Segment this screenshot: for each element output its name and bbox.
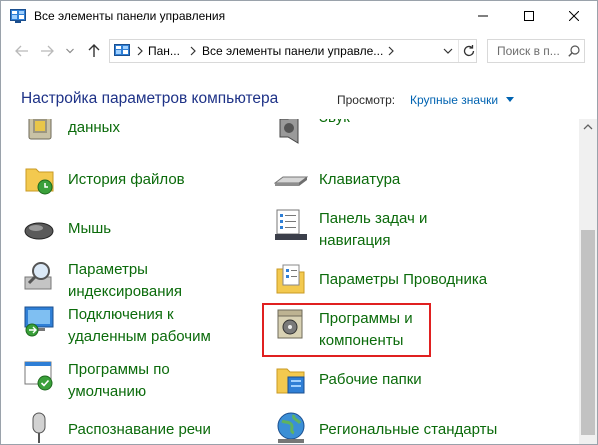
- refresh-icon: [463, 45, 475, 57]
- list-item-speech-recognition[interactable]: Распознавание речи: [23, 411, 253, 444]
- list-item-label: Звук: [319, 119, 350, 129]
- microphone-icon: [32, 412, 46, 443]
- control-panel-items: данных Звук История файлов Клави: [1, 119, 579, 444]
- taskbar-icon: [275, 209, 307, 240]
- list-item-explorer-options[interactable]: Параметры Проводника: [274, 263, 514, 303]
- control-panel-icon: [10, 9, 26, 23]
- control-panel-icon: [114, 44, 130, 56]
- address-separator: [458, 40, 459, 62]
- remote-desktop-icon: [24, 306, 54, 337]
- list-item-label: Распознавание речи: [68, 421, 211, 438]
- indexing-icon: [24, 262, 52, 290]
- refresh-button[interactable]: [460, 42, 478, 60]
- mouse-icon: [24, 222, 54, 240]
- list-item-label: Программы по: [68, 361, 170, 378]
- list-item-label: Параметры Проводника: [319, 271, 488, 288]
- list-item-label: Региональные стандарты: [319, 421, 498, 438]
- back-button[interactable]: [11, 40, 33, 62]
- breadcrumb-control-panel[interactable]: Пан...: [148, 44, 180, 58]
- vertical-scrollbar[interactable]: [579, 119, 597, 444]
- title-bar[interactable]: Все элементы панели управления: [1, 1, 597, 31]
- work-folders-icon: [276, 368, 305, 394]
- list-item-file-history[interactable]: История файлов: [23, 163, 243, 203]
- list-item-label: Клавиатура: [319, 171, 401, 188]
- list-item-label: История файлов: [68, 171, 185, 188]
- list-item-regional-settings[interactable]: Региональные стандарты: [274, 411, 524, 444]
- globe-icon: [277, 412, 305, 443]
- list-item-default-programs[interactable]: Программы по умолчанию: [23, 359, 243, 405]
- keyboard-icon: [274, 176, 308, 186]
- list-item-sound[interactable]: Звук: [274, 119, 514, 151]
- view-label: Просмотр:: [337, 93, 396, 107]
- file-history-icon: [25, 168, 54, 195]
- default-programs-icon: [24, 361, 53, 391]
- list-item-indexing[interactable]: Параметры индексирования: [23, 259, 243, 305]
- selection-highlight: [262, 303, 431, 357]
- list-item-label: удаленным рабочим: [68, 328, 211, 345]
- explorer-options-icon: [276, 264, 305, 294]
- breadcrumb-all-items[interactable]: Все элементы панели управле...: [202, 44, 383, 58]
- maximize-icon: [524, 11, 534, 21]
- list-item-label: навигация: [319, 232, 391, 249]
- list-item-remote-desktop[interactable]: Подключения к удаленным рабочим: [23, 304, 253, 350]
- maximize-button[interactable]: [506, 1, 552, 31]
- recent-locations-button[interactable]: [59, 40, 81, 62]
- breadcrumb-chevron-icon[interactable]: [188, 46, 198, 56]
- close-icon: [569, 11, 579, 21]
- minimize-button[interactable]: [460, 1, 506, 31]
- search-icon: [568, 45, 580, 57]
- list-item-label: Параметры: [68, 261, 148, 278]
- breadcrumb-chevron-icon[interactable]: [386, 46, 396, 56]
- list-item-label: индексирования: [68, 283, 182, 300]
- forward-button[interactable]: [36, 40, 58, 62]
- list-item-label: Панель задач и: [319, 210, 428, 227]
- arrow-left-icon: [15, 45, 28, 57]
- dropdown-caret-icon[interactable]: [506, 97, 514, 103]
- breadcrumb-chevron-icon[interactable]: [135, 46, 145, 56]
- scroll-up-arrow-icon[interactable]: [583, 123, 593, 131]
- close-button[interactable]: [551, 1, 597, 31]
- arrow-right-icon: [41, 45, 54, 57]
- arrow-up-icon: [88, 44, 100, 57]
- chevron-down-icon: [66, 48, 74, 54]
- search-placeholder: Поиск в п...: [497, 44, 560, 58]
- control-panel-window: Все элементы панели управления Пан... Вс…: [0, 0, 598, 445]
- up-button[interactable]: [83, 40, 105, 62]
- minimize-icon: [478, 15, 488, 17]
- list-item-backup[interactable]: данных: [23, 119, 243, 151]
- navigation-bar: Пан... Все элементы панели управле... По…: [1, 36, 597, 66]
- speaker-icon: [279, 119, 299, 144]
- list-item-label: Подключения к: [68, 306, 174, 323]
- list-item-label: Рабочие папки: [319, 371, 422, 388]
- list-item-taskbar[interactable]: Панель задач и навигация: [274, 208, 514, 254]
- address-bar[interactable]: Пан... Все элементы панели управле...: [109, 39, 477, 63]
- backup-icon: [28, 119, 52, 140]
- address-history-chevron-icon[interactable]: [443, 46, 453, 56]
- list-item-mouse[interactable]: Мышь: [23, 212, 243, 252]
- page-title: Настройка параметров компьютера: [21, 90, 279, 107]
- list-item-work-folders[interactable]: Рабочие папки: [274, 363, 514, 403]
- list-item-keyboard[interactable]: Клавиатура: [274, 163, 514, 203]
- window-title: Все элементы панели управления: [34, 9, 226, 23]
- list-item-label: умолчанию: [68, 383, 147, 400]
- view-mode-dropdown[interactable]: Крупные значки: [410, 93, 498, 107]
- search-box[interactable]: Поиск в п...: [487, 39, 585, 63]
- list-item-label: Мышь: [68, 220, 112, 237]
- list-item-label: данных: [68, 119, 120, 136]
- scrollbar-thumb[interactable]: [581, 230, 595, 435]
